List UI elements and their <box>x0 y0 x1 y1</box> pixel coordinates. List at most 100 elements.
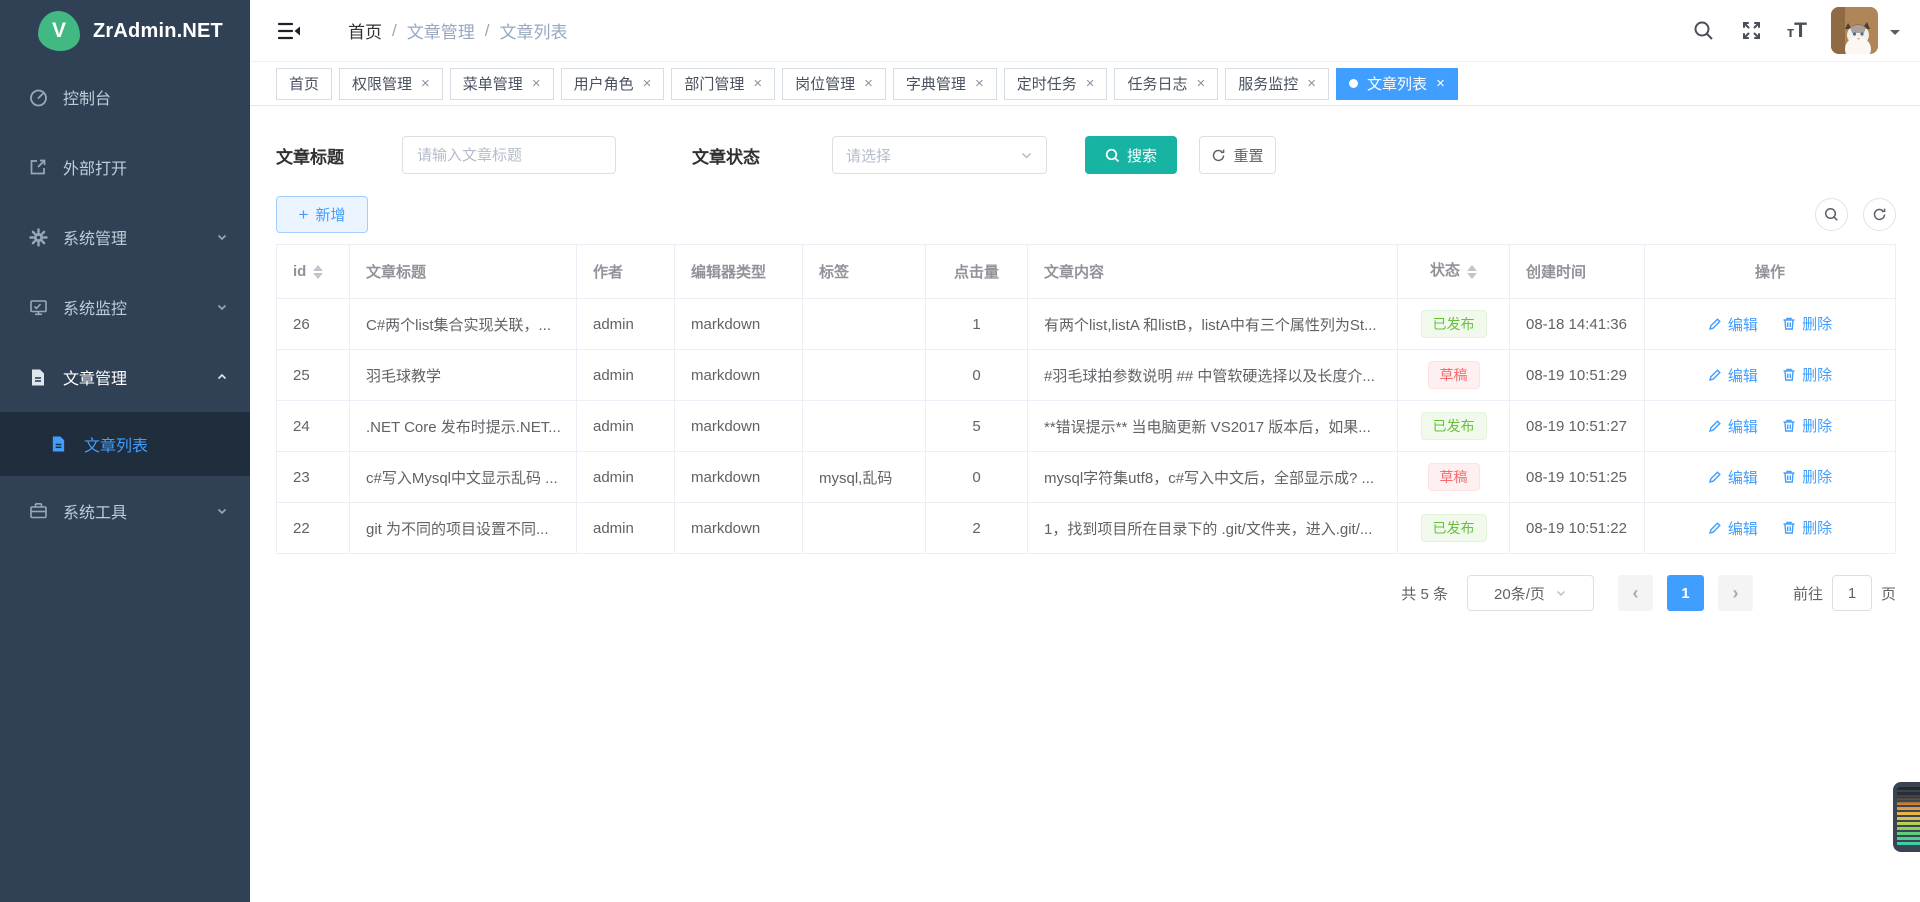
search-icon <box>1105 148 1120 163</box>
table-row: 24 .NET Core 发布时提示.NET... admin markdown… <box>277 401 1896 452</box>
tab-permission[interactable]: 权限管理× <box>339 68 443 100</box>
sidebar-item-articles[interactable]: 文章管理 <box>0 342 250 412</box>
edit-button[interactable]: 编辑 <box>1708 314 1758 335</box>
sidebar-item-system[interactable]: 系统管理 <box>0 202 250 272</box>
tab-job-log[interactable]: 任务日志× <box>1114 68 1218 100</box>
sidebar-item-tools[interactable]: 系统工具 <box>0 476 250 546</box>
status-badge: 草稿 <box>1428 463 1480 491</box>
tab-department[interactable]: 部门管理× <box>671 68 775 100</box>
sidebar-menu: 控制台 外部打开 系统管理 系统监控 <box>0 62 250 546</box>
chevron-up-icon <box>216 371 228 383</box>
delete-button[interactable]: 删除 <box>1782 466 1832 487</box>
status-badge: 已发布 <box>1421 412 1487 440</box>
breadcrumb-home[interactable]: 首页 <box>348 18 382 43</box>
sidebar-item-monitor[interactable]: 系统监控 <box>0 272 250 342</box>
table-row: 26 C#两个list集合实现关联，... admin markdown 1 有… <box>277 299 1896 350</box>
tab-service-monitor[interactable]: 服务监控× <box>1225 68 1329 100</box>
prev-page-button[interactable]: ‹ <box>1618 575 1653 611</box>
edit-button[interactable]: 编辑 <box>1708 365 1758 386</box>
close-icon[interactable]: × <box>975 76 984 91</box>
sidebar-item-article-list[interactable]: 文章列表 <box>0 412 250 476</box>
delete-button[interactable]: 删除 <box>1782 313 1832 334</box>
active-dot <box>1349 79 1358 88</box>
edit-button[interactable]: 编辑 <box>1708 467 1758 488</box>
next-page-button[interactable]: › <box>1718 575 1753 611</box>
delete-button[interactable]: 删除 <box>1782 517 1832 538</box>
page-number-current[interactable]: 1 <box>1667 575 1704 611</box>
article-title-label: 文章标题 <box>276 143 402 168</box>
add-button[interactable]: + 新增 <box>276 196 368 233</box>
delete-button[interactable]: 删除 <box>1782 364 1832 385</box>
article-status-select[interactable]: 请选择 <box>832 136 1047 174</box>
article-title-input[interactable] <box>402 136 616 174</box>
chevron-down-icon <box>1020 149 1033 162</box>
chevron-down-icon <box>216 505 228 517</box>
fullscreen-icon[interactable] <box>1739 18 1765 44</box>
tab-post[interactable]: 岗位管理× <box>782 68 886 100</box>
col-author: 作者 <box>577 245 675 299</box>
tab-dict[interactable]: 字典管理× <box>893 68 997 100</box>
sidebar-fold-icon[interactable] <box>276 18 302 44</box>
refresh-icon <box>1872 207 1887 222</box>
font-size-icon[interactable]: тT <box>1787 19 1807 43</box>
close-icon[interactable]: × <box>1197 76 1206 91</box>
close-icon[interactable]: × <box>753 76 762 91</box>
search-icon[interactable] <box>1691 18 1717 44</box>
refresh-icon <box>1211 148 1226 163</box>
close-icon[interactable]: × <box>532 76 541 91</box>
goto-page-input[interactable] <box>1832 575 1872 611</box>
col-editor-type: 编辑器类型 <box>675 245 803 299</box>
col-id[interactable]: id <box>277 245 350 299</box>
edit-button[interactable]: 编辑 <box>1708 518 1758 539</box>
tab-article-list[interactable]: 文章列表× <box>1336 68 1458 100</box>
status-badge: 已发布 <box>1421 514 1487 542</box>
toolbox-icon <box>28 501 48 521</box>
tab-menu[interactable]: 菜单管理× <box>450 68 554 100</box>
sidebar-item-dashboard[interactable]: 控制台 <box>0 62 250 132</box>
article-table: id 文章标题 作者 编辑器类型 标签 点击量 文章内容 状态 创建时间 操作 <box>276 244 1896 554</box>
search-icon <box>1824 207 1839 222</box>
trash-icon <box>1782 469 1796 484</box>
pencil-icon <box>1708 368 1722 382</box>
tab-job[interactable]: 定时任务× <box>1004 68 1108 100</box>
close-icon[interactable]: × <box>864 76 873 91</box>
app-logo[interactable]: V ZrAdmin.NET <box>0 0 250 62</box>
refresh-table-button[interactable] <box>1863 198 1896 231</box>
pencil-icon <box>1708 470 1722 484</box>
document-icon <box>28 367 48 387</box>
table-header-row: id 文章标题 作者 编辑器类型 标签 点击量 文章内容 状态 创建时间 操作 <box>277 245 1896 299</box>
delete-button[interactable]: 删除 <box>1782 415 1832 436</box>
user-avatar[interactable] <box>1831 7 1878 54</box>
document-icon <box>50 435 67 453</box>
close-icon[interactable]: × <box>1436 76 1445 91</box>
table-row: 25 羽毛球教学 admin markdown 0 #羽毛球拍参数说明 ## 中… <box>277 350 1896 401</box>
plus-icon: + <box>299 205 309 225</box>
pagination: 共 5 条 20条/页 ‹ 1 › 前往 页 <box>276 575 1896 611</box>
close-icon[interactable]: × <box>1086 76 1095 91</box>
tab-home[interactable]: 首页 <box>276 68 332 100</box>
trash-icon <box>1782 316 1796 331</box>
app-title: ZrAdmin.NET <box>93 20 223 43</box>
article-status-label: 文章状态 <box>692 143 832 168</box>
sidebar-item-external[interactable]: 外部打开 <box>0 132 250 202</box>
pencil-icon <box>1708 419 1722 433</box>
logo-icon: V <box>38 11 80 51</box>
show-search-button[interactable] <box>1815 198 1848 231</box>
close-icon[interactable]: × <box>421 76 430 91</box>
col-title: 文章标题 <box>350 245 577 299</box>
col-status[interactable]: 状态 <box>1398 245 1510 299</box>
reset-button[interactable]: 重置 <box>1199 136 1276 174</box>
caret-down-icon[interactable] <box>1890 30 1900 40</box>
breadcrumb-article-list: 文章列表 <box>499 18 567 43</box>
tab-user-role[interactable]: 用户角色× <box>561 68 665 100</box>
breadcrumb-article-mgmt[interactable]: 文章管理 <box>407 18 475 43</box>
sort-icon[interactable] <box>1467 260 1477 284</box>
page-size-select[interactable]: 20条/页 <box>1467 575 1594 611</box>
monitor-icon <box>28 297 48 317</box>
search-button[interactable]: 搜索 <box>1085 136 1177 174</box>
edit-button[interactable]: 编辑 <box>1708 416 1758 437</box>
close-icon[interactable]: × <box>1307 76 1316 91</box>
sort-icon[interactable] <box>313 260 323 284</box>
close-icon[interactable]: × <box>643 76 652 91</box>
col-created: 创建时间 <box>1510 245 1645 299</box>
